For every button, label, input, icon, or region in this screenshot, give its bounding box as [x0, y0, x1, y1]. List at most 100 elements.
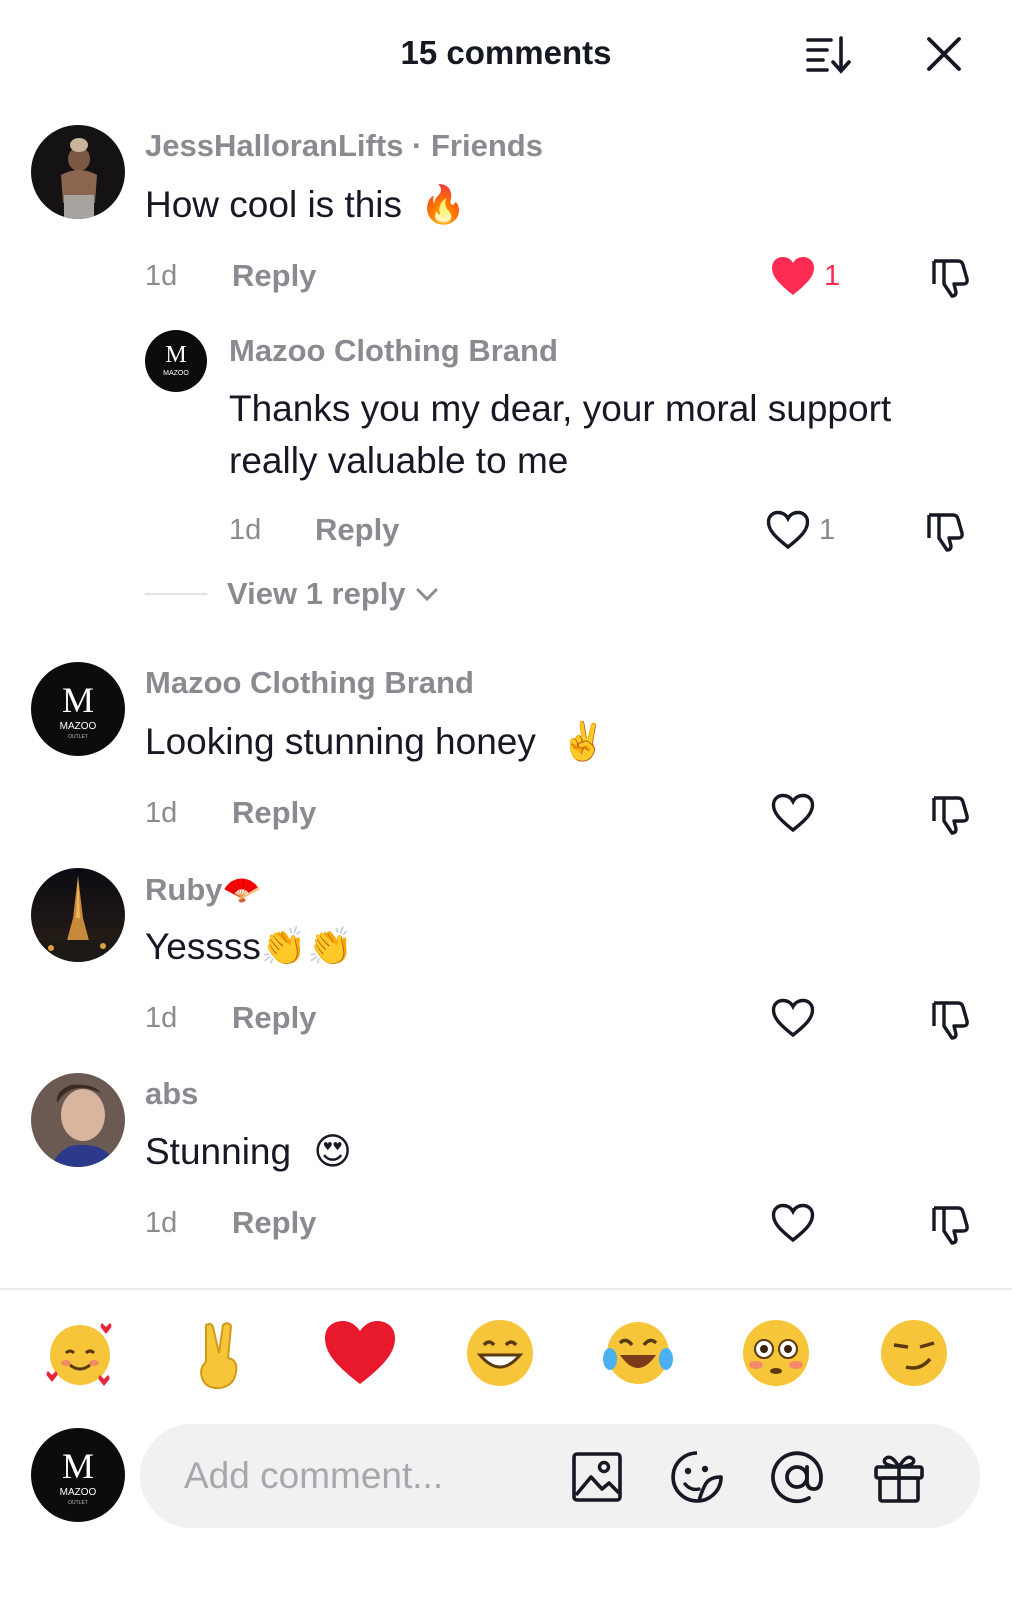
- smirking-face-icon: [881, 1320, 947, 1386]
- divider-line: [145, 593, 207, 595]
- like-count: 1: [819, 513, 836, 546]
- dislike-button[interactable]: [920, 506, 970, 556]
- close-icon: [927, 37, 961, 71]
- comment-time: 1d: [229, 514, 262, 546]
- comment-username[interactable]: JessHalloranLifts · Friends: [145, 128, 543, 164]
- avatar[interactable]: [31, 1073, 125, 1167]
- emoji-tears-of-joy-button[interactable]: [598, 1313, 678, 1393]
- heart-eyes-emoji: 😍: [313, 1130, 352, 1173]
- emoji-flushed-button[interactable]: [736, 1313, 816, 1393]
- reply-button[interactable]: Reply: [232, 1205, 316, 1241]
- comment-text: Yessss👏👏: [145, 925, 354, 968]
- sticker-icon: [671, 1451, 723, 1503]
- comment-time: 1d: [145, 797, 178, 829]
- close-button[interactable]: [918, 28, 970, 80]
- heart-filled-icon: [772, 257, 814, 295]
- comment-username[interactable]: Ruby🪭: [145, 871, 261, 908]
- comments-header: 15 comments: [0, 0, 1012, 110]
- like-button[interactable]: [770, 996, 816, 1040]
- view-replies-label: View 1 reply: [227, 576, 406, 611]
- sticker-button[interactable]: [668, 1448, 726, 1506]
- red-heart-icon: [325, 1321, 395, 1384]
- svg-text:MAZOO: MAZOO: [163, 370, 189, 377]
- svg-text:OUTLET: OUTLET: [68, 1500, 88, 1506]
- like-count: 1: [824, 259, 841, 292]
- svg-text:M: M: [165, 342, 186, 368]
- heart-outline-icon: [771, 1203, 815, 1243]
- comment-meta: 1d Reply 1: [0, 257, 1012, 300]
- chevron-down-icon: [416, 588, 438, 602]
- dislike-icon: [932, 1206, 969, 1245]
- comment-username[interactable]: Mazoo Clothing Brand: [229, 333, 558, 369]
- comment-username[interactable]: Mazoo Clothing Brand: [145, 665, 474, 701]
- comment-meta: 1d Reply: [0, 1203, 1012, 1247]
- dislike-button[interactable]: [925, 994, 975, 1044]
- svg-text:M: M: [62, 1446, 94, 1486]
- comment-input[interactable]: [184, 1446, 564, 1506]
- clapping-hands-emoji: 👏👏: [260, 925, 354, 968]
- victory-hand-emoji: ✌️: [560, 720, 607, 763]
- emoji-quick-bar: [0, 1305, 1012, 1405]
- gift-icon: [874, 1455, 924, 1503]
- heart-outline-icon: [771, 793, 815, 833]
- comments-count-title: 15 comments: [400, 34, 612, 71]
- emoji-victory-hand-button[interactable]: [180, 1313, 260, 1393]
- comment-username[interactable]: abs: [145, 1076, 198, 1112]
- reply-button[interactable]: Reply: [232, 795, 316, 831]
- flushed-face-icon: [743, 1320, 809, 1386]
- comment-text: Looking stunning honey ✌️: [145, 720, 607, 763]
- view-replies-button[interactable]: View 1 reply: [145, 572, 440, 616]
- avatar[interactable]: [31, 125, 125, 219]
- comment-input-bar: [140, 1424, 980, 1528]
- dislike-button[interactable]: [925, 252, 975, 302]
- comment-text: Stunning 😍: [145, 1130, 352, 1173]
- emoji-smirk-button[interactable]: [874, 1313, 954, 1393]
- like-button[interactable]: 1: [765, 508, 835, 552]
- emoji-bar-divider: [0, 1288, 1012, 1290]
- avatar[interactable]: M MAZOO OUTLET: [31, 662, 125, 756]
- comment-time: 1d: [145, 260, 178, 292]
- reply-button[interactable]: Reply: [232, 1000, 316, 1036]
- emoji-smiling-hearts-button[interactable]: [40, 1313, 120, 1393]
- svg-text:MAZOO: MAZOO: [60, 721, 97, 732]
- like-button[interactable]: [770, 1201, 816, 1245]
- image-icon: [572, 1452, 622, 1502]
- dislike-icon: [927, 513, 964, 552]
- svg-text:M: M: [62, 680, 94, 720]
- emoji-red-heart-button[interactable]: [320, 1313, 400, 1393]
- dislike-icon: [932, 259, 969, 298]
- svg-text:MAZOO: MAZOO: [60, 1487, 97, 1498]
- dislike-button[interactable]: [925, 1199, 975, 1249]
- like-button[interactable]: [770, 791, 816, 835]
- mention-icon: [771, 1451, 823, 1504]
- reply-button[interactable]: Reply: [232, 258, 316, 294]
- like-button[interactable]: 1: [770, 254, 840, 298]
- tears-of-joy-icon: [603, 1322, 673, 1384]
- svg-text:OUTLET: OUTLET: [68, 734, 88, 740]
- dislike-icon: [932, 796, 969, 835]
- comment-time: 1d: [145, 1002, 178, 1034]
- sort-button[interactable]: [802, 28, 854, 80]
- smiling-hearts-emoji-icon: [46, 1323, 112, 1386]
- avatar[interactable]: M MAZOO: [145, 330, 207, 392]
- folding-fan-emoji: 🪭: [222, 872, 262, 908]
- mention-button[interactable]: [768, 1448, 826, 1506]
- comment-meta: 1d Reply 1: [0, 510, 1012, 554]
- dislike-button[interactable]: [925, 789, 975, 839]
- comment-text: Thanks you my dear, your moral support r…: [229, 388, 892, 481]
- heart-outline-icon: [766, 510, 810, 550]
- sort-icon: [806, 36, 851, 74]
- comments-sheet: 15 comments JessHalloranLifts · Friends …: [0, 0, 1012, 1600]
- comment-meta: 1d Reply: [0, 793, 1012, 837]
- emoji-grinning-button[interactable]: [460, 1313, 540, 1393]
- avatar[interactable]: [31, 868, 125, 962]
- comment-text: How cool is this 🔥: [145, 183, 467, 226]
- image-button[interactable]: [568, 1448, 626, 1506]
- current-user-avatar[interactable]: M MAZOO OUTLET: [31, 1428, 125, 1522]
- reply-button[interactable]: Reply: [315, 512, 399, 548]
- gift-button[interactable]: [870, 1448, 928, 1506]
- dislike-icon: [932, 1001, 969, 1040]
- grinning-face-icon: [467, 1320, 533, 1386]
- fire-emoji: 🔥: [420, 183, 467, 226]
- comment-time: 1d: [145, 1207, 178, 1239]
